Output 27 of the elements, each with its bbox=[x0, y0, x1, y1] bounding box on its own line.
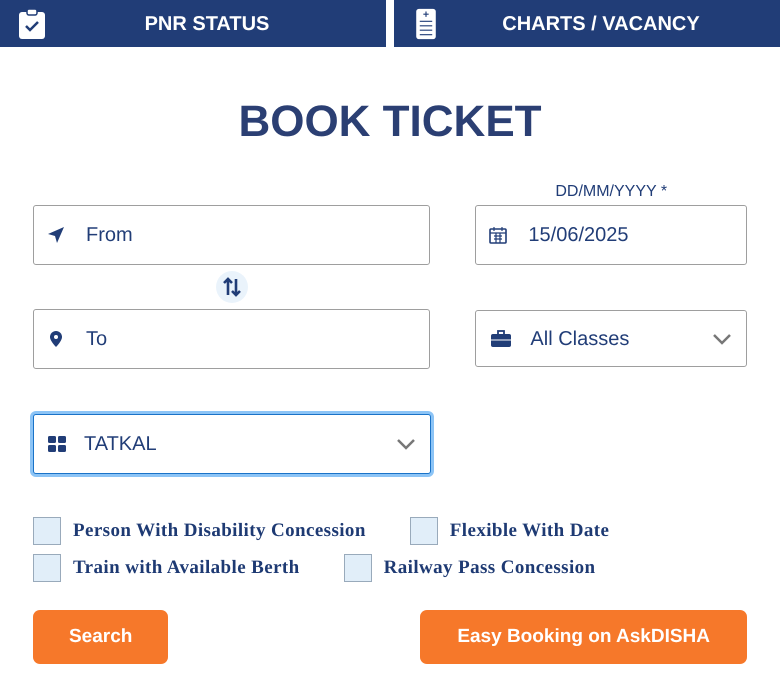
checkbox-label: Flexible With Date bbox=[450, 519, 610, 543]
from-field[interactable]: From bbox=[33, 205, 430, 265]
location-pin-icon bbox=[47, 330, 65, 348]
checkbox[interactable] bbox=[344, 554, 372, 582]
nav-tab[interactable]: CHARTS / VACANCY bbox=[394, 0, 780, 47]
date-format-label: DD/MM/YYYY * bbox=[554, 182, 668, 202]
clipboard-check-icon bbox=[18, 8, 46, 40]
page-title: BOOK TICKET bbox=[237, 96, 543, 148]
grid-icon bbox=[48, 435, 66, 453]
calendar-icon bbox=[489, 226, 508, 244]
briefcase-icon bbox=[490, 330, 512, 348]
checkbox-label: Train with Available Berth bbox=[73, 556, 300, 580]
quota-select[interactable]: TATKAL bbox=[33, 414, 431, 474]
checkbox-label: Person With Disability Concession bbox=[73, 519, 366, 543]
checkbox-label: Railway Pass Concession bbox=[384, 556, 596, 580]
nav-tab[interactable]: PNR STATUS bbox=[0, 0, 386, 47]
class-select[interactable]: All Classes bbox=[475, 310, 747, 367]
checkbox[interactable] bbox=[33, 554, 61, 582]
date-field[interactable]: 15/06/2025 bbox=[475, 205, 747, 265]
to-field[interactable]: To bbox=[33, 309, 430, 369]
checkbox[interactable] bbox=[33, 517, 61, 546]
checkbox[interactable] bbox=[410, 517, 438, 546]
navigation-arrow-icon bbox=[47, 226, 65, 244]
chevron-down-icon bbox=[396, 438, 416, 450]
swap-icon bbox=[222, 277, 241, 297]
chevron-down-icon bbox=[712, 332, 732, 344]
swap-button[interactable] bbox=[216, 271, 248, 303]
